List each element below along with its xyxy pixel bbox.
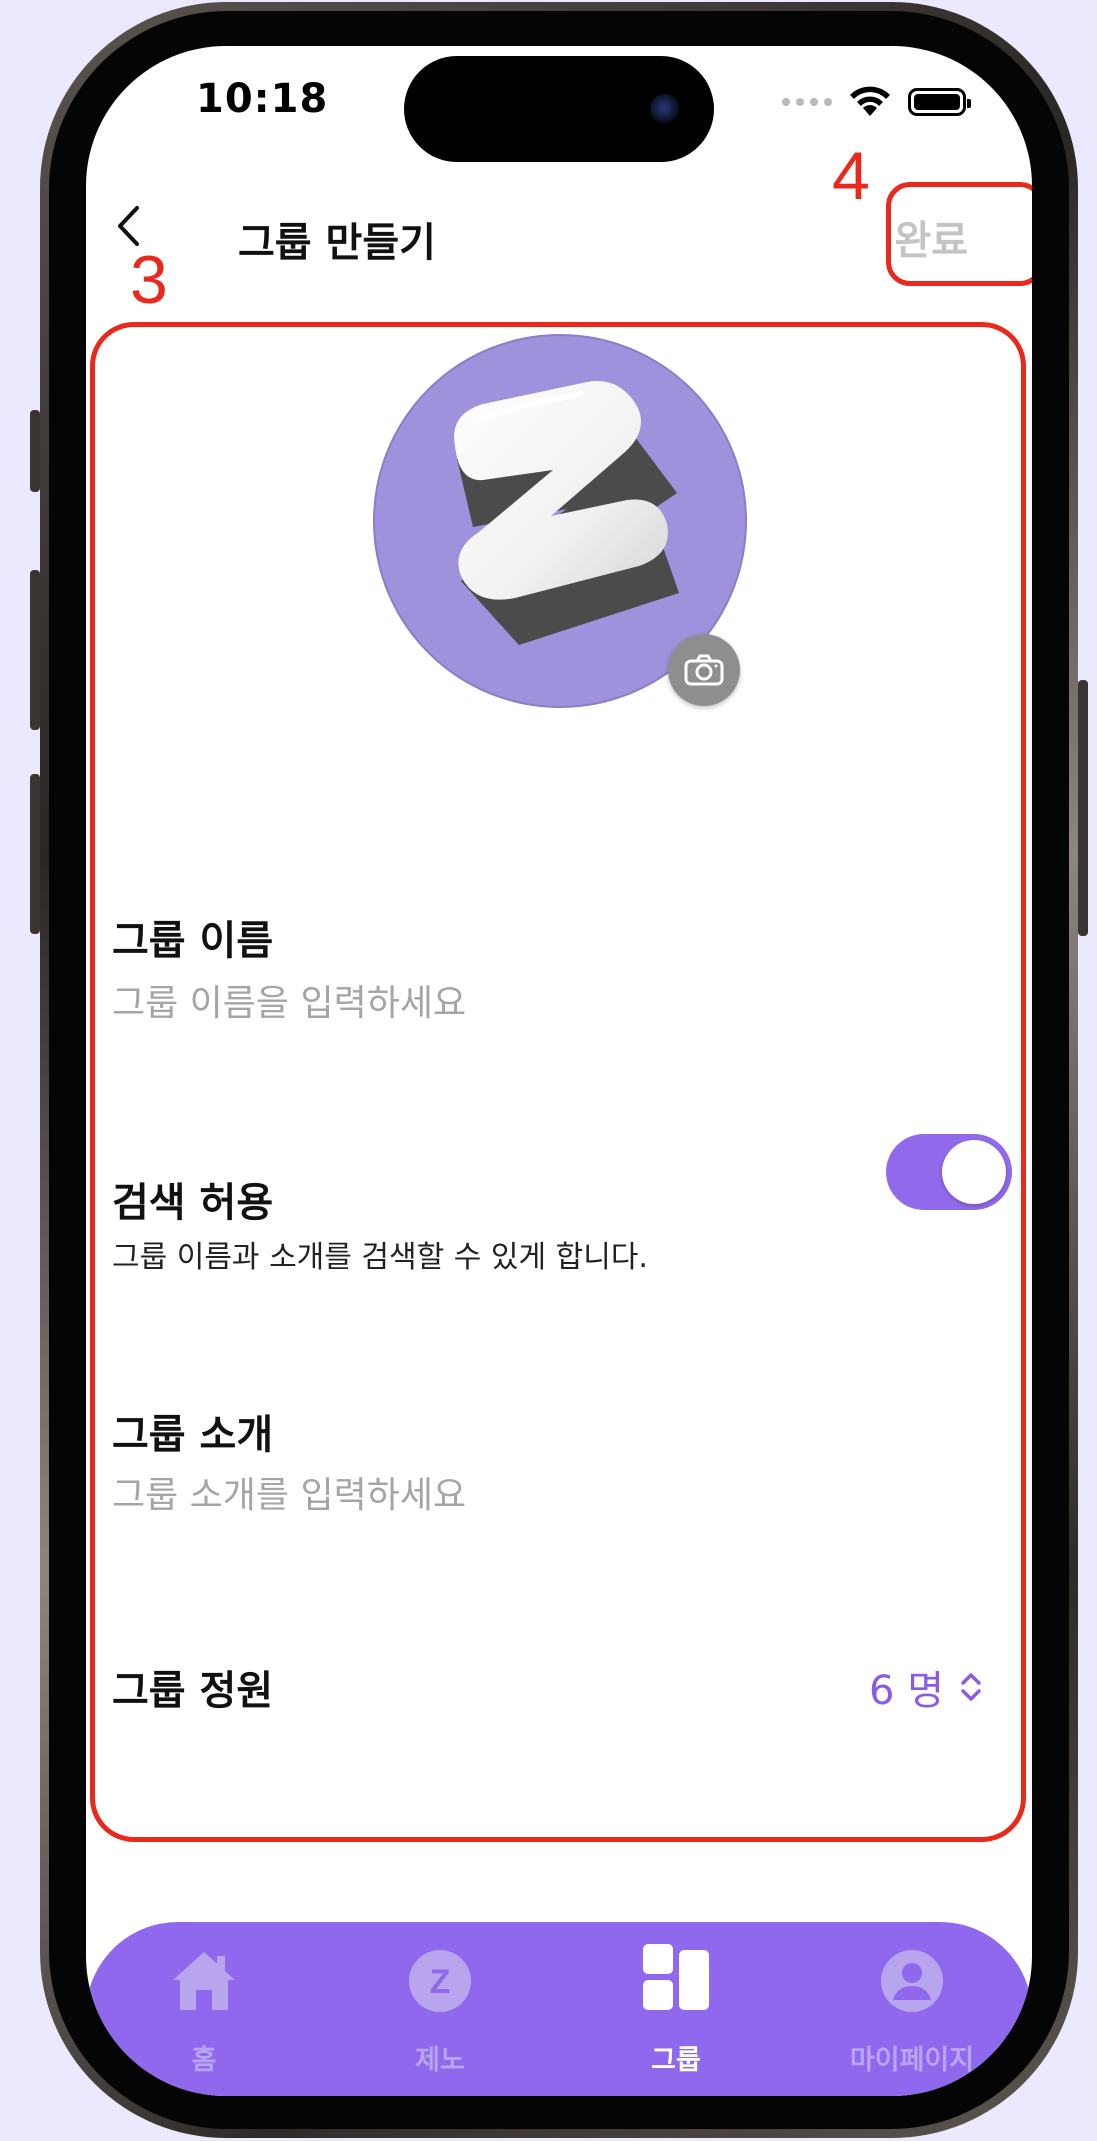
tab-bar: 홈 Z 제노 그룹 마이페이지 [86,1922,1032,2096]
tab-mypage[interactable]: 마이페이지 [794,1922,1030,2096]
battery-icon [908,88,971,116]
volume-up-button [30,570,40,730]
tab-zeno[interactable]: Z 제노 [322,1922,558,2096]
front-camera-icon [650,94,680,124]
search-allow-description: 그룹 이름과 소개를 검색할 수 있게 합니다. [112,1240,648,1275]
svg-text:Z: Z [430,1963,451,2001]
status-time: 10:18 [196,76,329,122]
status-indicators [782,86,971,118]
camera-icon [684,654,724,686]
dynamic-island [404,56,714,162]
wifi-icon [850,86,890,116]
search-allow-label: 검색 허용 [112,1180,274,1226]
annotation-label-3: 3 [130,242,168,318]
group-intro-input[interactable] [112,1470,992,1520]
group-capacity-picker[interactable]: 6 명 [869,1658,984,1716]
power-button [1078,680,1088,936]
tab-home[interactable]: 홈 [86,1922,322,2096]
chevron-up-down-icon [961,1673,981,1701]
group-grid-icon [643,1944,709,2010]
tab-home-label: 홈 [191,2045,217,2076]
tab-group-label: 그룹 [651,2045,701,2076]
tab-zeno-label: 제노 [415,2045,465,2076]
group-intro-label: 그룹 소개 [112,1412,274,1458]
change-photo-button[interactable] [668,634,740,706]
group-capacity-value: 6 명 [869,1668,944,1714]
group-capacity-label: 그룹 정원 [112,1668,274,1714]
page-title: 그룹 만들기 [238,220,436,266]
app-screen: 10:18 그룹 만들기 완료 3 4 그룹 이름 그룹 이름을 입력하세요 검… [86,46,1032,2096]
search-allow-toggle[interactable] [886,1134,1012,1210]
tab-mypage-label: 마이페이지 [849,2045,975,2076]
signal-dots-icon [782,98,832,106]
volume-down-button [30,774,40,934]
tab-group[interactable]: 그룹 [558,1922,794,2096]
person-icon [881,1950,943,2012]
annotation-label-4: 4 [832,138,870,214]
mute-switch [30,410,40,492]
z-logo-icon: Z [409,1950,471,2012]
home-icon [173,1952,235,2010]
group-name-input[interactable] [112,978,992,1028]
group-name-label: 그룹 이름 [112,918,274,964]
annotation-box-done [886,182,1032,286]
toggle-knob [942,1140,1006,1204]
